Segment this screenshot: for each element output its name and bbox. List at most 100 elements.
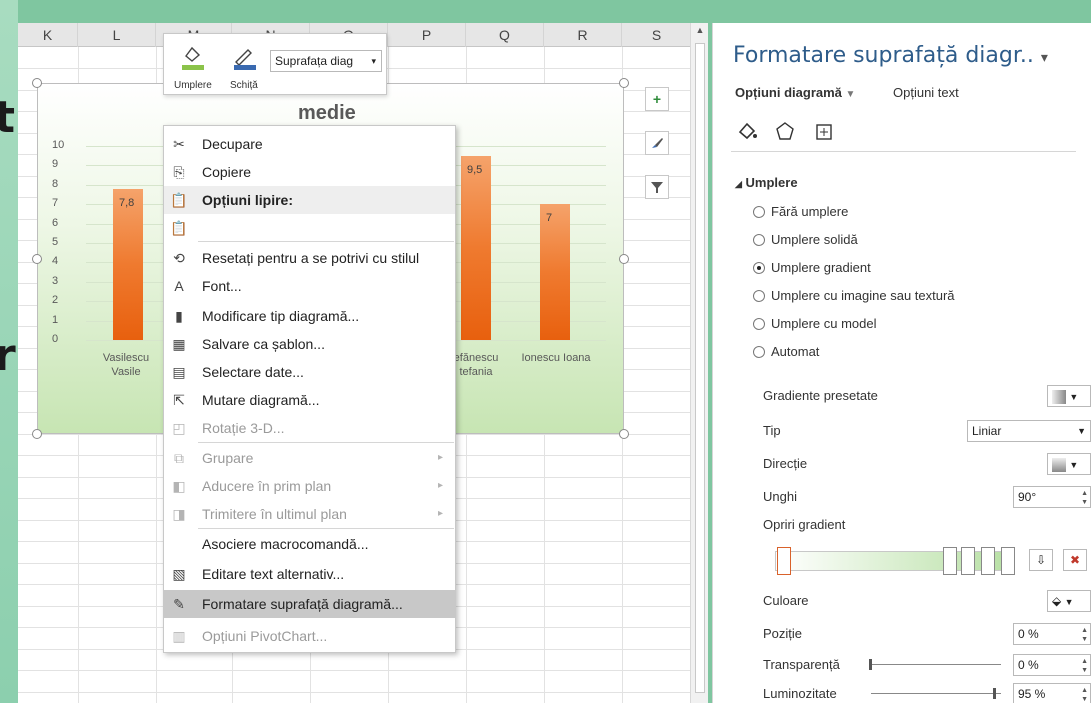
plus-icon: + <box>652 91 662 107</box>
spin-icon[interactable]: ▲ ▼ <box>1081 686 1088 703</box>
menu-item-reset-style[interactable]: ⟲ Resetați pentru a se potrivi cu stilul <box>164 244 455 272</box>
fill-option-radio[interactable]: Umplere cu model <box>753 314 877 334</box>
fill-button[interactable] <box>178 42 208 72</box>
chart-filters-button[interactable] <box>645 175 669 199</box>
transparency-input[interactable]: 0 % ▲ ▼ <box>1013 654 1091 676</box>
direction-button[interactable]: ▼ <box>1047 453 1091 475</box>
angle-input[interactable]: 90° ▲ ▼ <box>1013 486 1091 508</box>
chart-bar[interactable] <box>540 204 570 340</box>
tab-text-options[interactable]: Opțiuni text <box>893 85 959 100</box>
move-chart-icon: ⇱ <box>173 392 185 408</box>
gradient-stop[interactable] <box>943 547 957 575</box>
menu-item-label: Opțiuni PivotChart... <box>202 628 328 644</box>
menu-item-paste[interactable]: 📋 <box>164 214 455 242</box>
spin-up-icon[interactable]: ▲ ▼ <box>1081 489 1088 507</box>
menu-item-scissors[interactable]: ✂ Decupare <box>164 130 455 158</box>
pane-options-icon[interactable]: ▾ <box>1041 50 1048 66</box>
menu-item-label: Mutare diagramă... <box>202 392 320 408</box>
brightness-slider[interactable] <box>871 693 1001 694</box>
menu-item-alt-text[interactable]: ▧ Editare text alternativ... <box>164 560 455 588</box>
fill-section-header[interactable]: ◢ Umplere <box>735 175 798 190</box>
menu-item-bring-front: ◧ Aducere în prim plan ▸ <box>164 472 455 500</box>
column-header-k[interactable]: K <box>18 23 78 47</box>
resize-handle-bottom-left[interactable] <box>32 429 42 439</box>
tab-chart-options[interactable]: Opțiuni diagramă ▼ <box>735 85 855 100</box>
vertical-scrollbar[interactable]: ▲ <box>690 23 708 703</box>
menu-item-save-template[interactable]: ▦ Salvare ca șablon... <box>164 330 455 358</box>
chart-styles-button[interactable] <box>645 131 669 155</box>
radio-button-icon[interactable] <box>753 205 765 218</box>
chart-bar[interactable] <box>113 189 143 340</box>
chart-element-select[interactable]: Suprafața diag ▾ <box>270 50 382 72</box>
scroll-thumb[interactable] <box>695 43 705 693</box>
transparency-slider-thumb[interactable] <box>869 659 872 670</box>
column-header-p[interactable]: P <box>388 23 466 47</box>
color-picker-button[interactable]: ⬙ ▼ <box>1047 590 1091 612</box>
menu-item-format-area[interactable]: ✎ Formatare suprafață diagramă... <box>164 590 455 618</box>
outline-button[interactable] <box>230 42 260 72</box>
fill-option-radio[interactable]: Umplere gradient <box>753 258 871 278</box>
direction-swatch-icon <box>1052 457 1066 472</box>
effects-icon[interactable] <box>773 119 797 143</box>
radio-button-icon[interactable] <box>753 289 765 302</box>
x-axis-label-line: Vasilescu <box>102 352 150 364</box>
y-tick-label: 3 <box>52 275 59 287</box>
background-letter: r <box>0 330 16 381</box>
fill-option-label: Automat <box>771 344 820 359</box>
type-select[interactable]: Liniar ▼ <box>967 420 1091 442</box>
column-header-q[interactable]: Q <box>466 23 544 47</box>
fill-option-radio[interactable]: Umplere solidă <box>753 230 858 250</box>
spin-icon[interactable]: ▲ ▼ <box>1081 626 1088 644</box>
gradient-stop[interactable] <box>777 547 791 575</box>
preset-gradients-label: Gradiente presetate <box>763 388 878 403</box>
radio-button-icon[interactable] <box>753 317 765 330</box>
add-stop-button[interactable]: ⇩ <box>1029 549 1053 571</box>
resize-handle-left[interactable] <box>32 254 42 264</box>
format-pane: Formatare suprafață diagr.. ▾ Opțiuni di… <box>712 23 1091 703</box>
resize-handle-right[interactable] <box>619 254 629 264</box>
menu-item-assign-macro[interactable]: Asociere macrocomandă... <box>164 530 455 558</box>
resize-handle-top-right[interactable] <box>619 78 629 88</box>
fill-option-radio[interactable]: Fără umplere <box>753 202 848 222</box>
column-header-l[interactable]: L <box>78 23 156 47</box>
gradient-stop[interactable] <box>1001 547 1015 575</box>
chart-elements-button[interactable]: + <box>645 87 669 111</box>
gradient-stop[interactable] <box>961 547 975 575</box>
size-properties-icon[interactable] <box>811 119 835 143</box>
fill-option-radio[interactable]: Umplere cu imagine sau textură <box>753 286 955 306</box>
fill-option-radio[interactable]: Automat <box>753 342 819 362</box>
brightness-slider-thumb[interactable] <box>993 688 996 699</box>
scroll-up-icon[interactable]: ▲ <box>691 25 709 39</box>
data-label: 7 <box>546 212 553 224</box>
transparency-slider[interactable] <box>871 664 1001 665</box>
x-axis-label-line: Ionescu Ioana <box>521 352 591 364</box>
menu-item-paste[interactable]: 📋 Opțiuni lipire: <box>164 186 455 214</box>
copy-icon: ⎘ <box>173 164 185 180</box>
position-input[interactable]: 0 % ▲ ▼ <box>1013 623 1091 645</box>
paint-bucket-icon: ⬙ <box>1052 594 1062 608</box>
menu-item-copy[interactable]: ⎘ Copiere <box>164 158 455 186</box>
column-header-r[interactable]: R <box>544 23 622 47</box>
menu-item-move-chart[interactable]: ⇱ Mutare diagramă... <box>164 386 455 414</box>
brightness-input[interactable]: 95 % ▲ ▼ <box>1013 683 1091 703</box>
menu-item-label: Decupare <box>202 136 263 152</box>
menu-item-select-data[interactable]: ▤ Selectare date... <box>164 358 455 386</box>
remove-stop-button[interactable]: ✖ <box>1063 549 1087 571</box>
resize-handle-top-left[interactable] <box>32 78 42 88</box>
radio-button-icon[interactable] <box>753 261 765 274</box>
gradient-stop[interactable] <box>981 547 995 575</box>
chevron-down-icon: ▼ <box>845 89 856 100</box>
preset-gradients-button[interactable]: ▼ <box>1047 385 1091 407</box>
save-template-icon: ▦ <box>172 336 186 352</box>
column-header-s[interactable]: S <box>622 23 692 47</box>
resize-handle-bottom-right[interactable] <box>619 429 629 439</box>
background-letter: t <box>0 92 16 143</box>
menu-item-font[interactable]: A Font... <box>164 272 455 300</box>
chart-title[interactable]: medie <box>298 102 356 125</box>
chart-bar[interactable] <box>461 156 491 340</box>
radio-button-icon[interactable] <box>753 345 765 358</box>
menu-item-chart-type[interactable]: ▮ Modificare tip diagramă... <box>164 302 455 330</box>
radio-button-icon[interactable] <box>753 233 765 246</box>
fill-line-icon[interactable] <box>735 119 759 143</box>
spin-icon[interactable]: ▲ ▼ <box>1081 657 1088 675</box>
